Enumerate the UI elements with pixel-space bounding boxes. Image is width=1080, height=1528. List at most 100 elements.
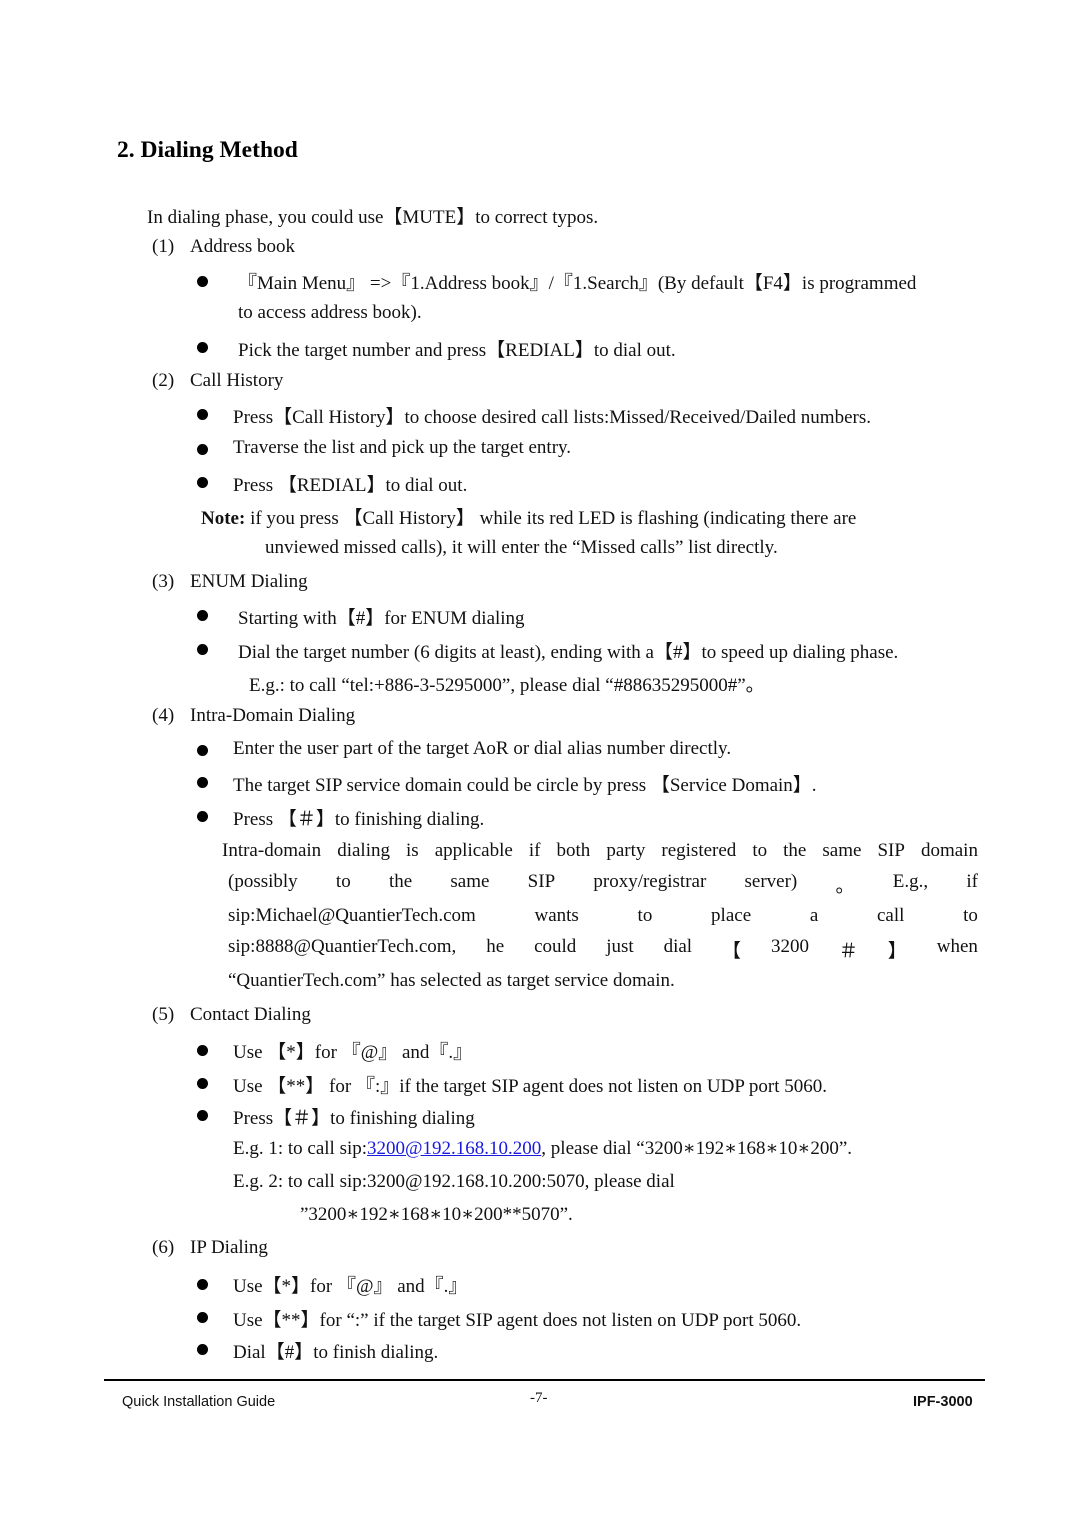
subsection-number: (1) xyxy=(152,236,175,257)
bullet-icon xyxy=(197,477,208,488)
bullet-icon xyxy=(197,1045,208,1056)
paragraph-word: 【 xyxy=(722,941,742,962)
paragraph-word: place xyxy=(711,905,752,926)
list-item: Enter the user part of the target AoR or… xyxy=(233,738,732,759)
paragraph-word: to xyxy=(963,905,978,926)
paragraph-word: dialing xyxy=(337,840,390,861)
bullet-icon xyxy=(197,276,208,287)
section-heading: 2. Dialing Method xyxy=(117,137,298,163)
example-text: E.g.: to call “tel:+886-3-5295000”, plea… xyxy=(249,675,765,696)
paragraph-word: Intra-domain xyxy=(222,840,322,861)
subsection-title: Contact Dialing xyxy=(190,1004,311,1025)
bullet-icon xyxy=(197,1279,208,1290)
paragraph-word: 】 xyxy=(887,941,907,962)
bullet-icon xyxy=(197,1312,208,1323)
paragraph-word: party xyxy=(606,840,646,861)
paragraph-word: could xyxy=(534,936,577,957)
bullet-icon xyxy=(197,777,208,788)
paragraph-word: if xyxy=(966,871,978,892)
bullet-icon xyxy=(197,1344,208,1355)
paragraph-word: just xyxy=(606,936,634,957)
bullet-icon xyxy=(197,342,208,353)
subsection-ip-dialing: (6) IP Dialing xyxy=(152,1237,268,1259)
note-label: Note: xyxy=(201,508,246,529)
paragraph-word: the xyxy=(388,871,413,892)
paragraph-word: the xyxy=(783,840,807,861)
list-item: Use【**】for “:” if the target SIP agent d… xyxy=(233,1310,802,1331)
list-item: Pick the target number and press【REDIAL】… xyxy=(238,340,676,361)
paragraph-word: sip:Michael@QuantierTech.com xyxy=(228,905,476,926)
list-item: Starting with【#】for ENUM dialing xyxy=(238,608,525,629)
list-item: Traverse the list and pick up the target… xyxy=(233,437,572,458)
page-number: -7- xyxy=(530,1390,548,1406)
list-item: Use 【*】for 『@』 and『.』 xyxy=(233,1042,473,1063)
paragraph-word: same xyxy=(822,840,862,861)
subsection-number: (4) xyxy=(152,705,175,726)
sip-address-link[interactable]: 3200@192.168.10.200 xyxy=(367,1138,541,1159)
paragraph-word: to xyxy=(752,840,768,861)
list-item: Dial the target number (6 digits at leas… xyxy=(238,642,899,663)
paragraph-word: wants xyxy=(534,905,579,926)
paragraph-word: (possibly xyxy=(228,871,298,892)
paragraph-word: domain xyxy=(920,840,978,861)
subsection-number: (2) xyxy=(152,370,175,391)
paragraph-word: call xyxy=(877,905,905,926)
example-2-continuation: ”3200∗192∗168∗10∗200**5070”. xyxy=(300,1204,573,1225)
bullet-icon xyxy=(197,409,208,420)
bullet-icon xyxy=(197,1078,208,1089)
note-text: if you press 【Call History】 while its re… xyxy=(245,508,857,529)
paragraph-word: SIP xyxy=(527,871,556,892)
footer-divider xyxy=(104,1379,985,1381)
bullet-icon xyxy=(197,1110,208,1121)
paragraph-line: sip:Michael@QuantierTech.com wants to place… xyxy=(228,905,978,927)
subsection-intra-domain-dialing: (4) Intra-Domain Dialing xyxy=(152,705,355,727)
note: Note: if you press 【Call History】 while … xyxy=(201,503,856,530)
paragraph-word: server) xyxy=(744,871,798,892)
footer-model: IPF-3000 xyxy=(913,1394,973,1410)
paragraph-line: “QuantierTech.com” has selected as targe… xyxy=(228,970,675,991)
list-item: 『Main Menu』 =>『1.Address book』/『1.Search… xyxy=(238,273,917,294)
paragraph-word: dial xyxy=(663,936,693,957)
subsection-number: (5) xyxy=(152,1004,175,1025)
paragraph-word: proxy/registrar xyxy=(593,871,707,892)
subsection-address-book: (1) Address book xyxy=(152,236,295,258)
paragraph-word: both xyxy=(556,840,591,861)
paragraph-word: a xyxy=(809,905,819,926)
subsection-title: ENUM Dialing xyxy=(190,571,308,592)
bullet-icon xyxy=(197,745,208,756)
subsection-title: Intra-Domain Dialing xyxy=(190,705,356,726)
list-item: Press【Call History】to choose desired cal… xyxy=(233,407,871,428)
example-1-prefix: E.g. 1: to call sip: xyxy=(233,1138,368,1159)
example-1: E.g. 1: to call sip:3200@192.168.10.200,… xyxy=(233,1137,852,1160)
subsection-call-history: (2) Call History xyxy=(152,370,283,392)
paragraph-word: ＃ xyxy=(838,941,858,962)
paragraph-word: applicable xyxy=(434,840,513,861)
paragraph-word: SIP xyxy=(877,840,905,861)
bullet-icon xyxy=(197,811,208,822)
paragraph-word: same xyxy=(450,871,490,892)
paragraph-word: if xyxy=(528,840,541,861)
paragraph-word: is xyxy=(406,840,419,861)
bullet-icon xyxy=(197,644,208,655)
example-1-suffix: , please dial “3200∗192∗168∗10∗200”. xyxy=(541,1138,853,1159)
paragraph-word: to xyxy=(637,905,653,926)
subsection-enum-dialing: (3) ENUM Dialing xyxy=(152,571,308,593)
list-item: Use 【**】 for 『:』if the target SIP agent … xyxy=(233,1076,828,1097)
example-2: E.g. 2: to call sip:3200@192.168.10.200:… xyxy=(233,1171,675,1192)
paragraph-word: when xyxy=(936,936,978,957)
bullet-icon xyxy=(197,444,208,455)
list-item: Use【*】for 『@』 and『.』 xyxy=(233,1276,468,1297)
subsection-number: (3) xyxy=(152,571,175,592)
subsection-title: Address book xyxy=(190,236,296,257)
paragraph-word: E.g., xyxy=(892,871,929,892)
paragraph-line: Intra-domain dialing is applicable if both par… xyxy=(222,840,978,862)
paragraph-word: to xyxy=(335,871,351,892)
footer-doc-title: Quick Installation Guide xyxy=(122,1394,276,1410)
paragraph-word: registered xyxy=(661,840,737,861)
subsection-number: (6) xyxy=(152,1237,175,1258)
paragraph-word: sip:8888@QuantierTech.com, xyxy=(228,936,457,957)
list-item-continuation: to access address book). xyxy=(238,302,422,323)
subsection-title: IP Dialing xyxy=(190,1237,268,1258)
list-item: Press【＃】to finishing dialing xyxy=(233,1108,475,1129)
note-continuation: unviewed missed calls), it will enter th… xyxy=(265,537,778,558)
